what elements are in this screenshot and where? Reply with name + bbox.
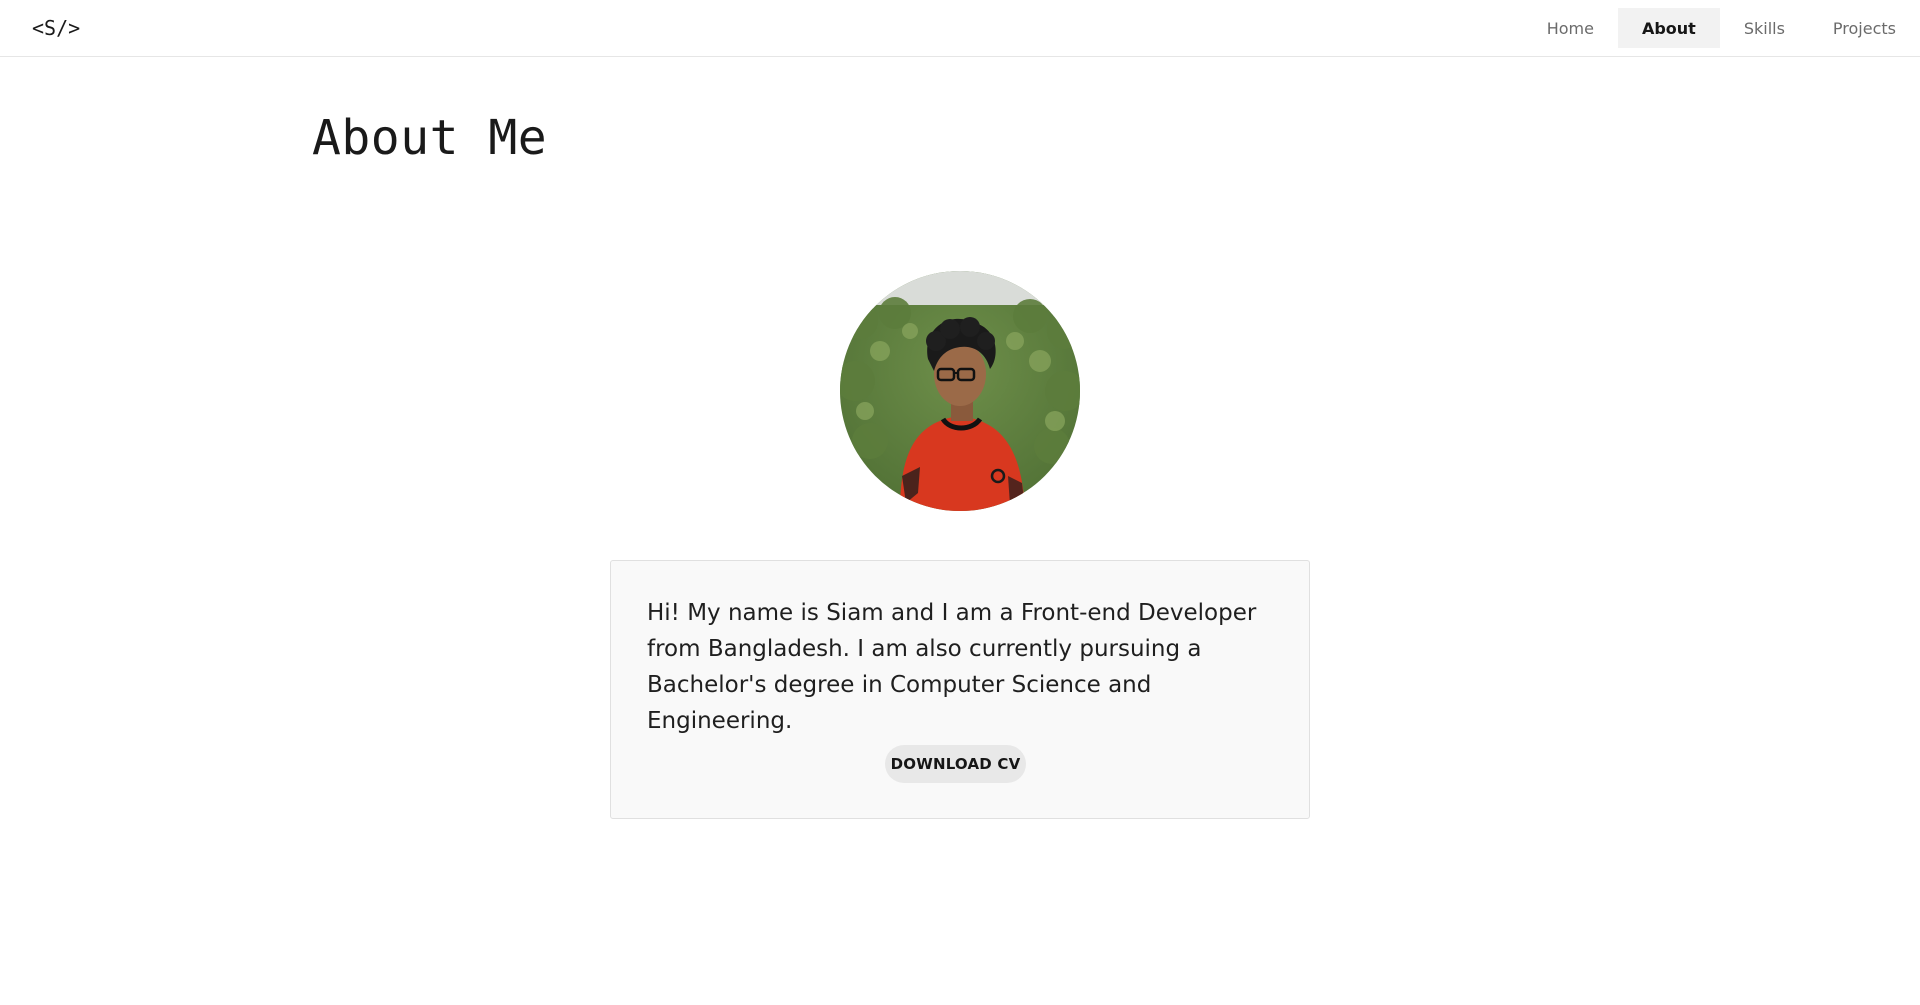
bio-text: Hi! My name is Siam and I am a Front-end… (647, 600, 1257, 734)
nav-item-projects[interactable]: Projects (1809, 8, 1920, 48)
avatar (840, 271, 1080, 511)
download-cv-button[interactable]: DOWNLOAD CV (885, 745, 1026, 783)
profile-photo-icon (840, 271, 1080, 511)
nav-item-about[interactable]: About (1617, 8, 1720, 48)
page-title: About Me (312, 110, 548, 166)
navbar: <S/> Home About Skills Projects (0, 0, 1920, 57)
nav-item-home[interactable]: Home (1523, 8, 1618, 48)
bio-card: Hi! My name is Siam and I am a Front-end… (610, 560, 1310, 819)
site-logo[interactable]: <S/> (32, 16, 80, 40)
nav-item-skills[interactable]: Skills (1720, 8, 1809, 48)
main-nav: Home About Skills Projects (1523, 8, 1920, 48)
